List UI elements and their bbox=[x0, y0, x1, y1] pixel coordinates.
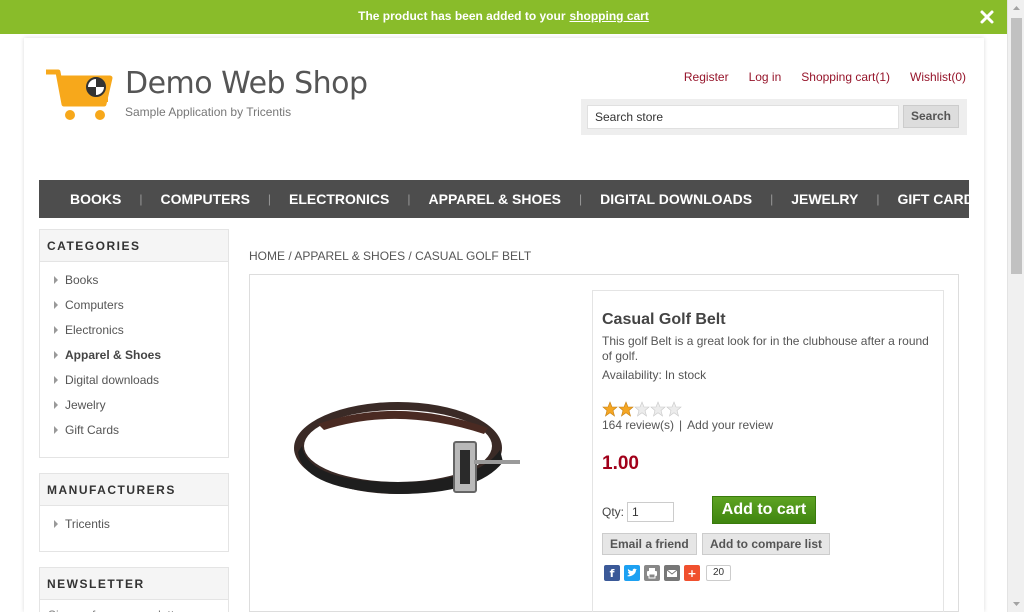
star-empty-icon bbox=[634, 401, 650, 417]
email-friend-button[interactable]: Email a friend bbox=[602, 533, 697, 555]
login-link[interactable]: Log in bbox=[749, 70, 782, 84]
close-icon[interactable] bbox=[979, 9, 995, 25]
category-item-apparel-shoes[interactable]: Apparel & Shoes bbox=[54, 345, 228, 370]
product-price: 1.00 bbox=[602, 453, 639, 474]
star-icon bbox=[602, 401, 618, 417]
nav-item-digital-downloads[interactable]: DIGITAL DOWNLOADS bbox=[582, 191, 770, 207]
manufacturers-list: Tricentis bbox=[40, 506, 228, 545]
envelope-glyph bbox=[666, 569, 678, 577]
breadcrumb-home[interactable]: HOME bbox=[249, 249, 285, 263]
rating-stars bbox=[602, 401, 682, 417]
newsletter-title: NEWSLETTER bbox=[40, 568, 228, 600]
category-item-books[interactable]: Books bbox=[54, 270, 228, 295]
breadcrumb-category[interactable]: APPAREL & SHOES bbox=[294, 249, 405, 263]
top-menu: BOOKS | COMPUTERS | ELECTRONICS | APPARE… bbox=[39, 180, 983, 218]
vertical-scrollbar[interactable] bbox=[1007, 0, 1024, 612]
product-description: This golf Belt is a great look for in th… bbox=[602, 334, 929, 363]
star-icon bbox=[618, 401, 634, 417]
twitter-icon[interactable] bbox=[624, 565, 640, 581]
availability-value: In stock bbox=[664, 368, 707, 382]
newsletter-text: Sign up for our newsletter: bbox=[40, 600, 228, 612]
scroll-up-icon[interactable] bbox=[1008, 0, 1024, 17]
nav-item-books[interactable]: BOOKS bbox=[39, 191, 139, 207]
reviews-line: 164 review(s) | Add your review bbox=[602, 418, 773, 432]
category-item-computers[interactable]: Computers bbox=[54, 295, 228, 320]
quantity-label: Qty: bbox=[602, 505, 625, 519]
wishlist-link[interactable]: Wishlist(0) bbox=[910, 70, 966, 84]
availability-label: Availability: bbox=[602, 368, 662, 382]
scroll-thumb[interactable] bbox=[1011, 18, 1022, 274]
quantity-input[interactable]: 1 bbox=[627, 502, 674, 522]
share-count: 20 bbox=[706, 565, 732, 581]
category-item-electronics[interactable]: Electronics bbox=[54, 320, 228, 345]
page-frame: Demo Web Shop Sample Application by Tric… bbox=[24, 38, 984, 612]
newsletter-block: NEWSLETTER Sign up for our newsletter: bbox=[39, 567, 229, 612]
email-icon[interactable] bbox=[664, 565, 680, 581]
notification-message: The product has been added to your shoppi… bbox=[358, 9, 649, 23]
search-box: Search store Search bbox=[581, 99, 967, 135]
manufacturers-block: MANUFACTURERS Tricentis bbox=[39, 473, 229, 552]
cart-logo-icon[interactable] bbox=[44, 66, 114, 124]
category-item-gift-cards[interactable]: Gift Cards bbox=[54, 420, 228, 445]
add-review-link[interactable]: Add your review bbox=[687, 418, 773, 432]
addthis-plus-icon[interactable]: + bbox=[684, 565, 700, 581]
nav-item-apparel-shoes[interactable]: APPAREL & SHOES bbox=[411, 191, 580, 207]
twitter-bird-glyph bbox=[627, 568, 637, 577]
breadcrumb-separator: / bbox=[288, 249, 292, 263]
header-links: Register Log in Shopping cart(1) Wishlis… bbox=[664, 70, 966, 84]
search-button[interactable]: Search bbox=[903, 105, 959, 128]
product-name: Casual Golf Belt bbox=[602, 311, 726, 328]
site-title[interactable]: Demo Web Shop bbox=[125, 66, 368, 101]
breadcrumb: HOME / APPAREL & SHOES / CASUAL GOLF BEL… bbox=[249, 249, 531, 263]
scroll-down-icon[interactable] bbox=[1008, 595, 1024, 612]
printer-glyph bbox=[647, 568, 657, 579]
shopping-cart-link[interactable]: shopping cart bbox=[570, 9, 649, 23]
categories-block: CATEGORIES Books Computers Electronics A… bbox=[39, 229, 229, 458]
shopping-cart-header-link[interactable]: Shopping cart(1) bbox=[801, 70, 890, 84]
site-subtitle: Sample Application by Tricentis bbox=[125, 105, 292, 119]
manufacturer-item-tricentis[interactable]: Tricentis bbox=[54, 514, 228, 539]
notification-text: The product has been added to your bbox=[358, 9, 566, 23]
breadcrumb-current: CASUAL GOLF BELT bbox=[415, 249, 532, 263]
nav-item-gift-cards[interactable]: GIFT CARDS bbox=[879, 191, 1001, 207]
nav-item-electronics[interactable]: ELECTRONICS bbox=[271, 191, 407, 207]
product-image[interactable] bbox=[288, 390, 528, 510]
search-input[interactable]: Search store bbox=[587, 105, 899, 129]
category-item-jewelry[interactable]: Jewelry bbox=[54, 395, 228, 420]
availability: Availability: In stock bbox=[602, 368, 706, 382]
reviews-link[interactable]: 164 review(s) bbox=[602, 418, 674, 432]
add-to-compare-button[interactable]: Add to compare list bbox=[702, 533, 831, 555]
notification-bar: The product has been added to your shoppi… bbox=[0, 0, 1007, 34]
breadcrumb-separator: / bbox=[408, 249, 412, 263]
category-item-digital-downloads[interactable]: Digital downloads bbox=[54, 370, 228, 395]
categories-list: Books Computers Electronics Apparel & Sh… bbox=[40, 262, 228, 451]
nav-item-computers[interactable]: COMPUTERS bbox=[142, 191, 267, 207]
star-empty-icon bbox=[650, 401, 666, 417]
register-link[interactable]: Register bbox=[684, 70, 729, 84]
product-details: Casual Golf Belt This golf Belt is a gre… bbox=[249, 274, 959, 612]
manufacturers-title: MANUFACTURERS bbox=[40, 474, 228, 506]
facebook-icon[interactable]: f bbox=[604, 565, 620, 581]
add-to-cart-button[interactable]: Add to cart bbox=[712, 496, 816, 524]
product-overview: Casual Golf Belt This golf Belt is a gre… bbox=[592, 290, 944, 612]
reviews-separator: | bbox=[679, 418, 683, 432]
share-buttons: f + 20 bbox=[604, 565, 732, 581]
nav-item-jewelry[interactable]: JEWELRY bbox=[773, 191, 876, 207]
print-icon[interactable] bbox=[644, 565, 660, 581]
categories-title: CATEGORIES bbox=[40, 230, 228, 262]
star-empty-icon bbox=[666, 401, 682, 417]
